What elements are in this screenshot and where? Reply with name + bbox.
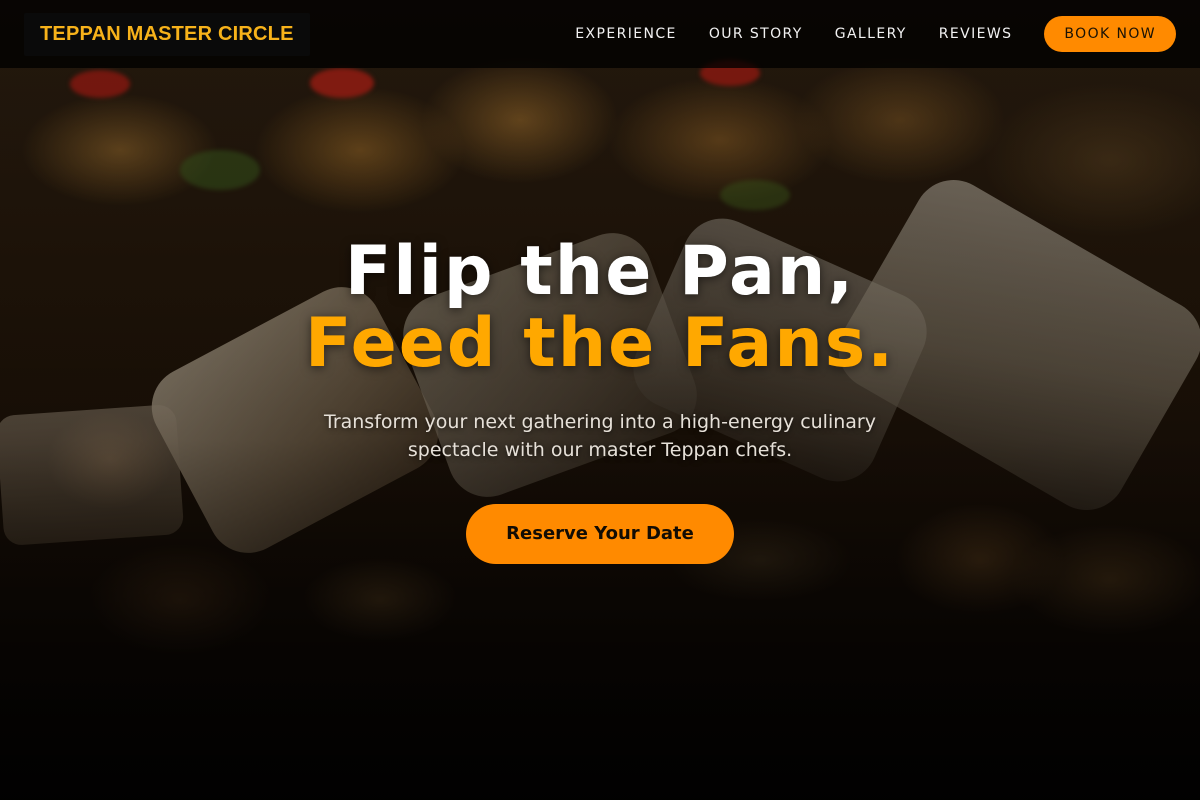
reserve-date-button[interactable]: Reserve Your Date [466, 504, 734, 564]
hero-headline: Flip the Pan, Feed the Fans. [0, 236, 1200, 380]
hero-headline-line2: Feed the Fans. [304, 304, 896, 383]
nav-links: EXPERIENCE OUR STORY GALLERY REVIEWS BOO… [575, 16, 1176, 52]
hero-headline-line1: Flip the Pan, [344, 232, 856, 311]
hero-subtitle: Transform your next gathering into a hig… [324, 411, 876, 461]
nav-link-reviews[interactable]: REVIEWS [939, 26, 1013, 42]
nav-link-gallery[interactable]: GALLERY [835, 26, 907, 42]
site-logo[interactable]: TEPPAN MASTER CIRCLE [24, 12, 310, 56]
nav-link-our-story[interactable]: OUR STORY [709, 26, 803, 42]
nav-link-experience[interactable]: EXPERIENCE [575, 26, 677, 42]
top-navigation-bar: TEPPAN MASTER CIRCLE EXPERIENCE OUR STOR… [0, 0, 1200, 68]
hero-content: Flip the Pan, Feed the Fans. Transform y… [0, 236, 1200, 564]
book-now-button[interactable]: BOOK NOW [1044, 16, 1176, 52]
